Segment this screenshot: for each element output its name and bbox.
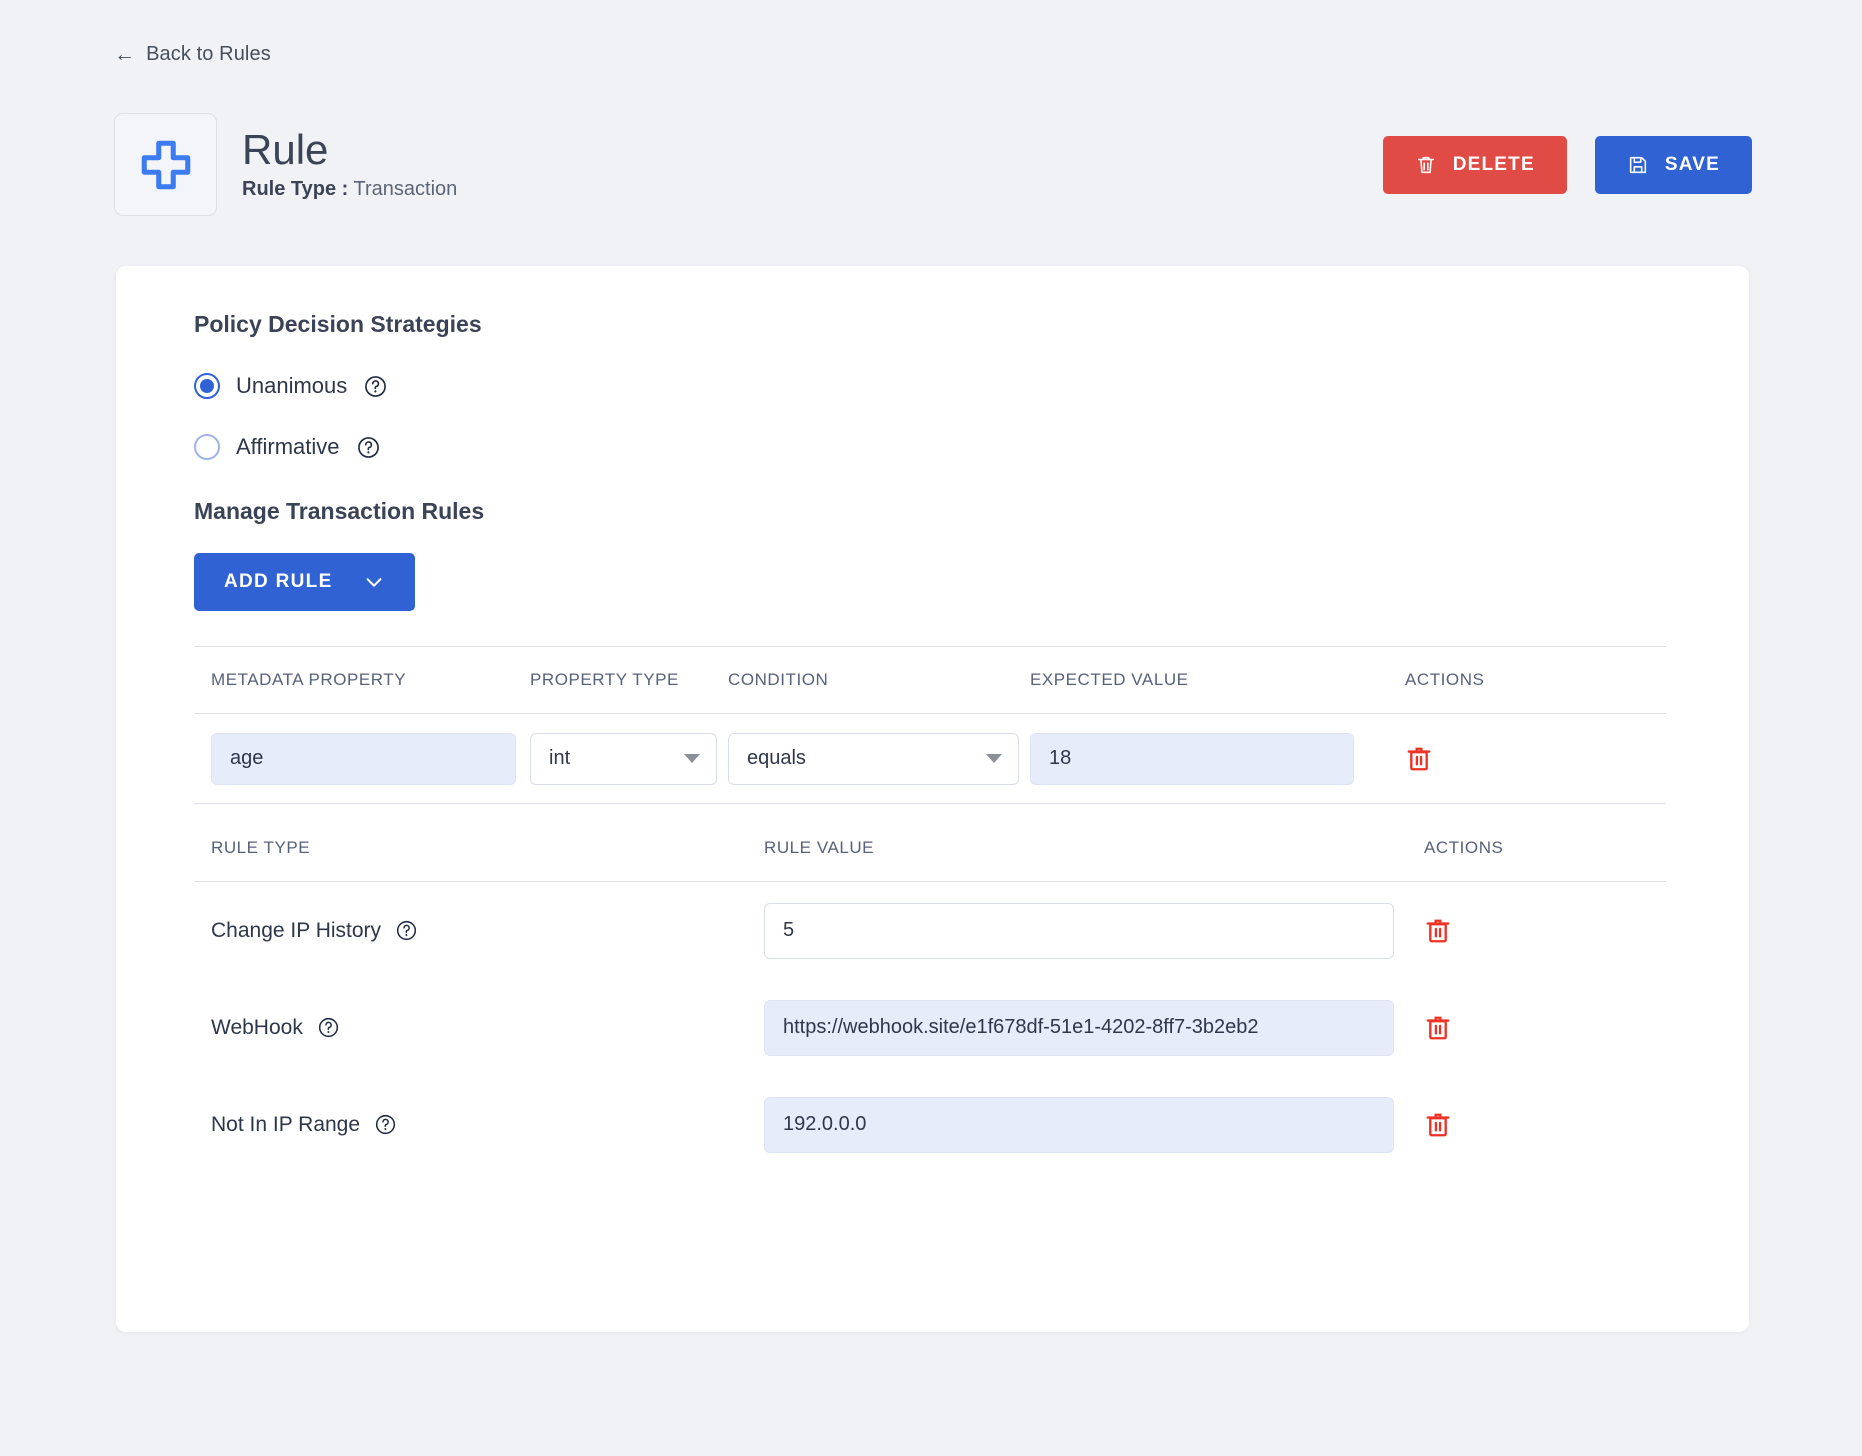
title-block: Rule Rule Type : Transaction	[242, 125, 457, 201]
radio-option-affirmative[interactable]: Affirmative	[194, 434, 381, 460]
back-to-rules-link[interactable]: ← Back to Rules	[114, 43, 271, 66]
chevron-down-icon	[986, 754, 1002, 763]
table-row: Change IP History 5	[194, 882, 1666, 979]
column-header-property-type: PROPERTY TYPE	[530, 670, 679, 689]
rule-type-cell: Not In IP Range	[194, 1113, 764, 1137]
rules-table: RULE TYPE RULE VALUE ACTIONS Change IP H…	[194, 814, 1666, 1173]
save-button[interactable]: SAVE	[1594, 136, 1752, 194]
table-row: Not In IP Range 192.0.0.0	[194, 1076, 1666, 1173]
condition-select[interactable]: equals	[728, 732, 1019, 785]
actions-cell	[1424, 917, 1666, 945]
page-header: Rule Rule Type : Transaction	[114, 113, 457, 216]
column-header-condition: CONDITION	[728, 670, 829, 689]
floppy-disk-icon	[1629, 156, 1646, 174]
trash-icon[interactable]	[1424, 1111, 1452, 1139]
radio-affirmative-label: Affirmative	[236, 434, 340, 459]
rule-type-label: Not In IP Range	[211, 1112, 361, 1136]
rules-table-header: RULE TYPE RULE VALUE ACTIONS	[194, 814, 1666, 882]
property-type-value: int	[549, 747, 571, 769]
rule-type-label: Change IP History	[211, 918, 382, 942]
add-rule-label: ADD RULE	[224, 571, 333, 592]
trash-icon	[1417, 156, 1434, 174]
radio-option-unanimous[interactable]: Unanimous	[194, 373, 388, 399]
table-row: WebHook https://webhook.site/e1f678df-51…	[194, 979, 1666, 1076]
condition-cell: equals	[728, 732, 1030, 785]
radio-unanimous-label: Unanimous	[236, 373, 348, 398]
rule-type-label: WebHook	[211, 1015, 303, 1039]
save-button-label: SAVE	[1664, 154, 1720, 175]
rule-value-cell: 5	[764, 902, 1424, 959]
actions-cell	[1424, 1111, 1666, 1139]
header-actions: DELETE SAVE	[1382, 136, 1752, 194]
expected-value-input[interactable]: 18	[1030, 732, 1354, 785]
condition-value: equals	[747, 747, 806, 769]
trash-icon[interactable]	[1405, 745, 1433, 773]
chevron-down-icon	[684, 754, 700, 763]
manage-transaction-rules-title: Manage Transaction Rules	[194, 498, 485, 524]
arrow-left-icon: ←	[114, 43, 136, 66]
add-rule-button[interactable]: ADD RULE	[194, 553, 415, 611]
rule-value-input[interactable]: https://webhook.site/e1f678df-51e1-4202-…	[764, 999, 1394, 1056]
rule-type-label: Rule Type :	[242, 178, 349, 201]
metadata-table-header: METADATA PROPERTY PROPERTY TYPE CONDITIO…	[194, 646, 1666, 714]
column-header-rule-type: RULE TYPE	[211, 837, 311, 857]
help-circle-icon[interactable]	[374, 1113, 397, 1136]
rule-icon-box	[114, 113, 217, 216]
back-to-rules-label: Back to Rules	[146, 43, 271, 65]
actions-cell	[1424, 1014, 1666, 1042]
trash-icon[interactable]	[1424, 917, 1452, 945]
radio-unanimous-control[interactable]	[194, 373, 220, 399]
help-circle-icon[interactable]	[317, 1016, 340, 1039]
help-circle-icon[interactable]	[356, 435, 381, 460]
column-header-metadata-property: METADATA PROPERTY	[211, 670, 407, 689]
policy-decision-strategies-title: Policy Decision Strategies	[194, 311, 482, 337]
rule-value-input[interactable]: 5	[764, 902, 1394, 959]
page-title: Rule	[242, 125, 329, 173]
table-row: age int equals 18	[194, 714, 1666, 804]
rule-type-line: Rule Type : Transaction	[242, 178, 457, 201]
radio-affirmative-control[interactable]	[194, 434, 220, 460]
chevron-down-icon	[366, 578, 382, 587]
rule-value-cell: 192.0.0.0	[764, 1096, 1424, 1153]
rule-type-value: Transaction	[353, 178, 458, 201]
help-circle-icon[interactable]	[395, 919, 418, 942]
expected-value-cell: 18	[1030, 732, 1365, 785]
actions-cell	[1365, 745, 1615, 773]
metadata-property-cell: age	[194, 732, 530, 785]
column-header-actions: ACTIONS	[1424, 837, 1504, 857]
rule-value-input[interactable]: 192.0.0.0	[764, 1096, 1394, 1153]
plus-cross-icon	[141, 140, 190, 189]
rule-type-cell: WebHook	[194, 1016, 764, 1040]
help-circle-icon[interactable]	[363, 374, 388, 399]
column-header-actions: ACTIONS	[1405, 670, 1485, 689]
rule-editor-page: ← Back to Rules Rule Rule Type : Transac…	[0, 0, 1862, 1456]
property-type-cell: int	[530, 732, 728, 785]
metadata-properties-table: METADATA PROPERTY PROPERTY TYPE CONDITIO…	[194, 646, 1666, 804]
rule-form-card: Policy Decision Strategies Unanimous Aff…	[116, 266, 1749, 1332]
property-type-select[interactable]: int	[530, 732, 717, 785]
rule-value-cell: https://webhook.site/e1f678df-51e1-4202-…	[764, 999, 1424, 1056]
delete-button[interactable]: DELETE	[1382, 136, 1567, 194]
rule-type-cell: Change IP History	[194, 919, 764, 943]
column-header-expected-value: EXPECTED VALUE	[1030, 670, 1189, 689]
delete-button-label: DELETE	[1452, 154, 1535, 175]
metadata-property-input[interactable]: age	[211, 732, 516, 785]
trash-icon[interactable]	[1424, 1014, 1452, 1042]
column-header-rule-value: RULE VALUE	[764, 837, 875, 857]
